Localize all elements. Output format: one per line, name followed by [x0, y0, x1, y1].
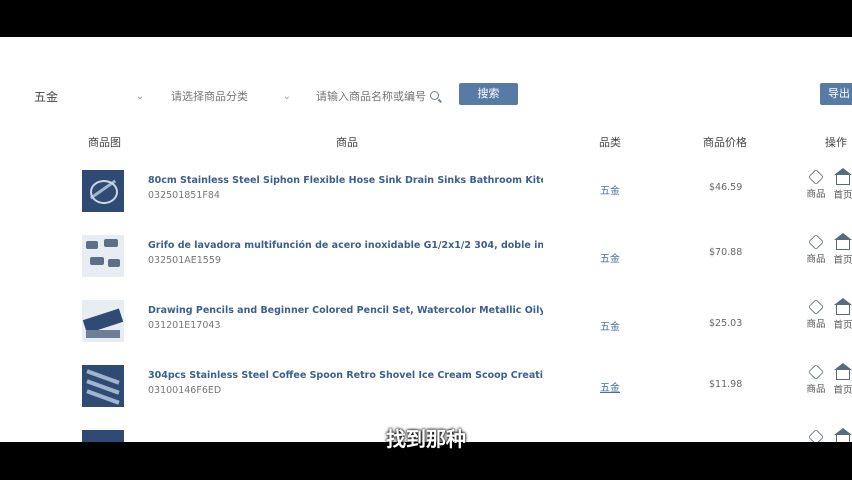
cube-icon [808, 299, 824, 315]
chevron-down-icon: ⌄ [135, 91, 144, 102]
cube-icon [808, 364, 824, 380]
product-code: 031201E17043 [148, 320, 221, 331]
subcategory-select-placeholder: 请选择商品分类 [171, 90, 248, 103]
product-price: $70.88 [709, 247, 743, 258]
chevron-down-icon: ⌄ [282, 91, 291, 102]
product-category: 五金 [600, 186, 620, 197]
home-icon [834, 298, 852, 315]
product-action[interactable]: 商品 [804, 364, 828, 395]
subcategory-select[interactable]: 请选择商品分类 ⌄ [171, 86, 291, 108]
cube-icon [808, 169, 824, 185]
product-code: 032501851F84 [148, 190, 220, 201]
product-price: $25.03 [709, 318, 743, 329]
header-price: 商品价格 [703, 136, 747, 149]
home-icon [834, 168, 852, 185]
table-row: Drawing Pencils and Beginner Colored Pen… [0, 298, 852, 362]
product-action-label: 商品 [806, 384, 826, 395]
product-action[interactable]: 商品 [804, 299, 828, 330]
product-code: 03100146F6ED [148, 385, 222, 396]
video-subtitle: 找到那种 [386, 427, 466, 451]
product-category: 五金 [600, 254, 620, 265]
app-window: 五金 ⌄ 请选择商品分类 ⌄ 搜索 导出 商品图 商品 品类 商品价格 操作 8… [0, 37, 852, 442]
search-button[interactable]: 搜索 [459, 83, 518, 105]
product-title[interactable]: Drawing Pencils and Beginner Colored Pen… [148, 305, 543, 316]
product-action-label: 商品 [806, 254, 826, 265]
header-category: 品类 [599, 136, 621, 149]
header-image: 商品图 [88, 136, 121, 149]
table-row: 80cm Stainless Steel Siphon Flexible Hos… [0, 168, 852, 232]
export-button-label: 导出 [828, 87, 850, 100]
product-title[interactable]: 304pcs Stainless Steel Coffee Spoon Retr… [148, 370, 543, 381]
product-price: $11.98 [709, 379, 743, 390]
cube-icon [808, 234, 824, 250]
product-code: 032501AE1559 [148, 255, 221, 266]
home-action-label: 首页 [833, 385, 852, 396]
product-action[interactable]: 商品 [804, 169, 828, 200]
search-icon [430, 91, 439, 100]
product-action-label: 商品 [806, 189, 826, 200]
product-image[interactable] [82, 170, 124, 212]
product-action[interactable]: 商品 [804, 234, 828, 265]
home-action-label: 首页 [833, 255, 852, 266]
home-action-label: 首页 [833, 320, 852, 331]
product-price: $46.59 [709, 182, 743, 193]
product-title[interactable]: Grifo de lavadora multifunción de acero … [148, 240, 543, 251]
product-image[interactable] [82, 235, 124, 277]
home-action[interactable]: 首页 [831, 298, 852, 331]
home-icon [834, 363, 852, 380]
product-category: 五金 [600, 322, 620, 333]
product-category: 五金 [600, 383, 620, 394]
product-image[interactable] [82, 300, 124, 342]
category-select-value: 五金 [34, 90, 59, 104]
export-button[interactable]: 导出 [820, 83, 852, 105]
search-field[interactable] [316, 86, 441, 108]
filter-bar: 五金 ⌄ 请选择商品分类 ⌄ 搜索 导出 [0, 83, 852, 110]
header-product: 商品 [336, 136, 358, 149]
table-row: Grifo de lavadora multifunción de acero … [0, 233, 852, 297]
home-action[interactable]: 首页 [831, 363, 852, 396]
home-action[interactable]: 首页 [831, 233, 852, 266]
home-icon [834, 233, 852, 250]
product-title[interactable]: 80cm Stainless Steel Siphon Flexible Hos… [148, 175, 543, 186]
header-actions: 操作 [825, 136, 847, 149]
table-row: 304pcs Stainless Steel Coffee Spoon Retr… [0, 363, 852, 427]
search-input[interactable] [316, 90, 426, 103]
category-select[interactable]: 五金 ⌄ [34, 86, 144, 108]
product-action-label: 商品 [806, 319, 826, 330]
top-breadcrumb-bar [0, 37, 852, 43]
search-button-label: 搜索 [477, 87, 500, 100]
home-action-label: 首页 [833, 190, 852, 201]
product-image[interactable] [82, 365, 124, 407]
table-header: 商品图 商品 品类 商品价格 操作 [0, 134, 852, 150]
home-action[interactable]: 首页 [831, 168, 852, 201]
